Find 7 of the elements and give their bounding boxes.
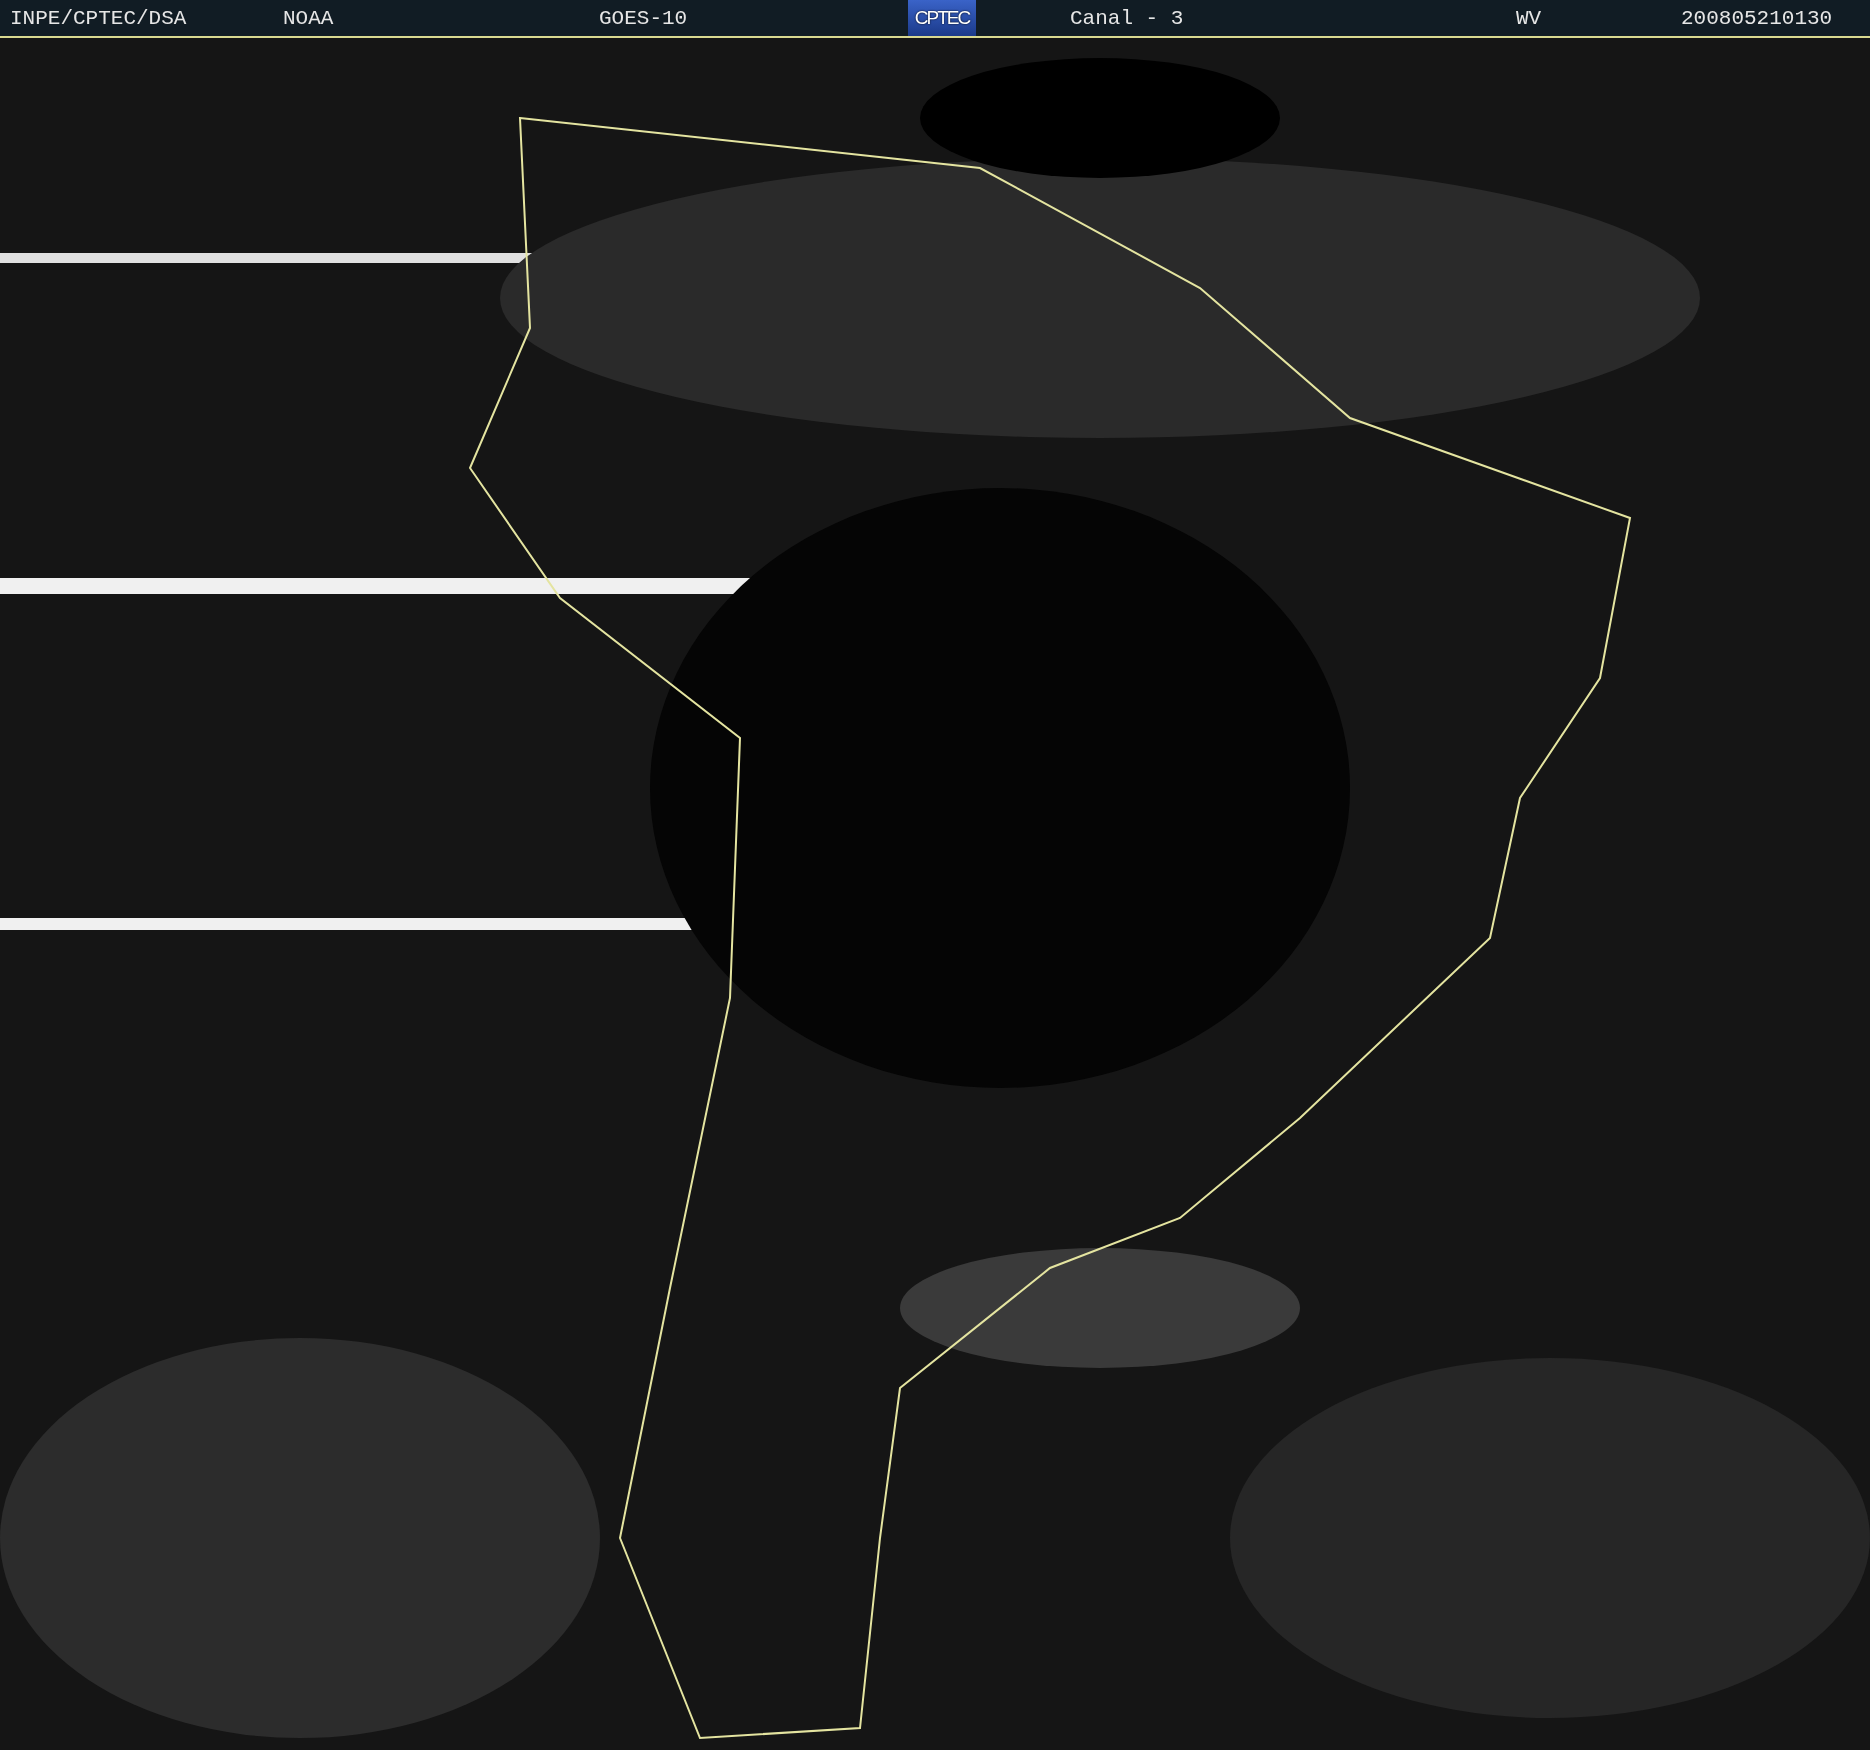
header-label: WV (1516, 6, 1542, 30)
header-label: 200805210130 (1681, 6, 1833, 30)
logo: CPTEC (908, 0, 976, 36)
header-label: NOAA (283, 6, 334, 30)
header-label: Canal - 3 (1070, 6, 1184, 30)
header-label: GOES-10 (599, 6, 688, 30)
header-label: INPE/CPTEC/DSA (10, 6, 187, 30)
